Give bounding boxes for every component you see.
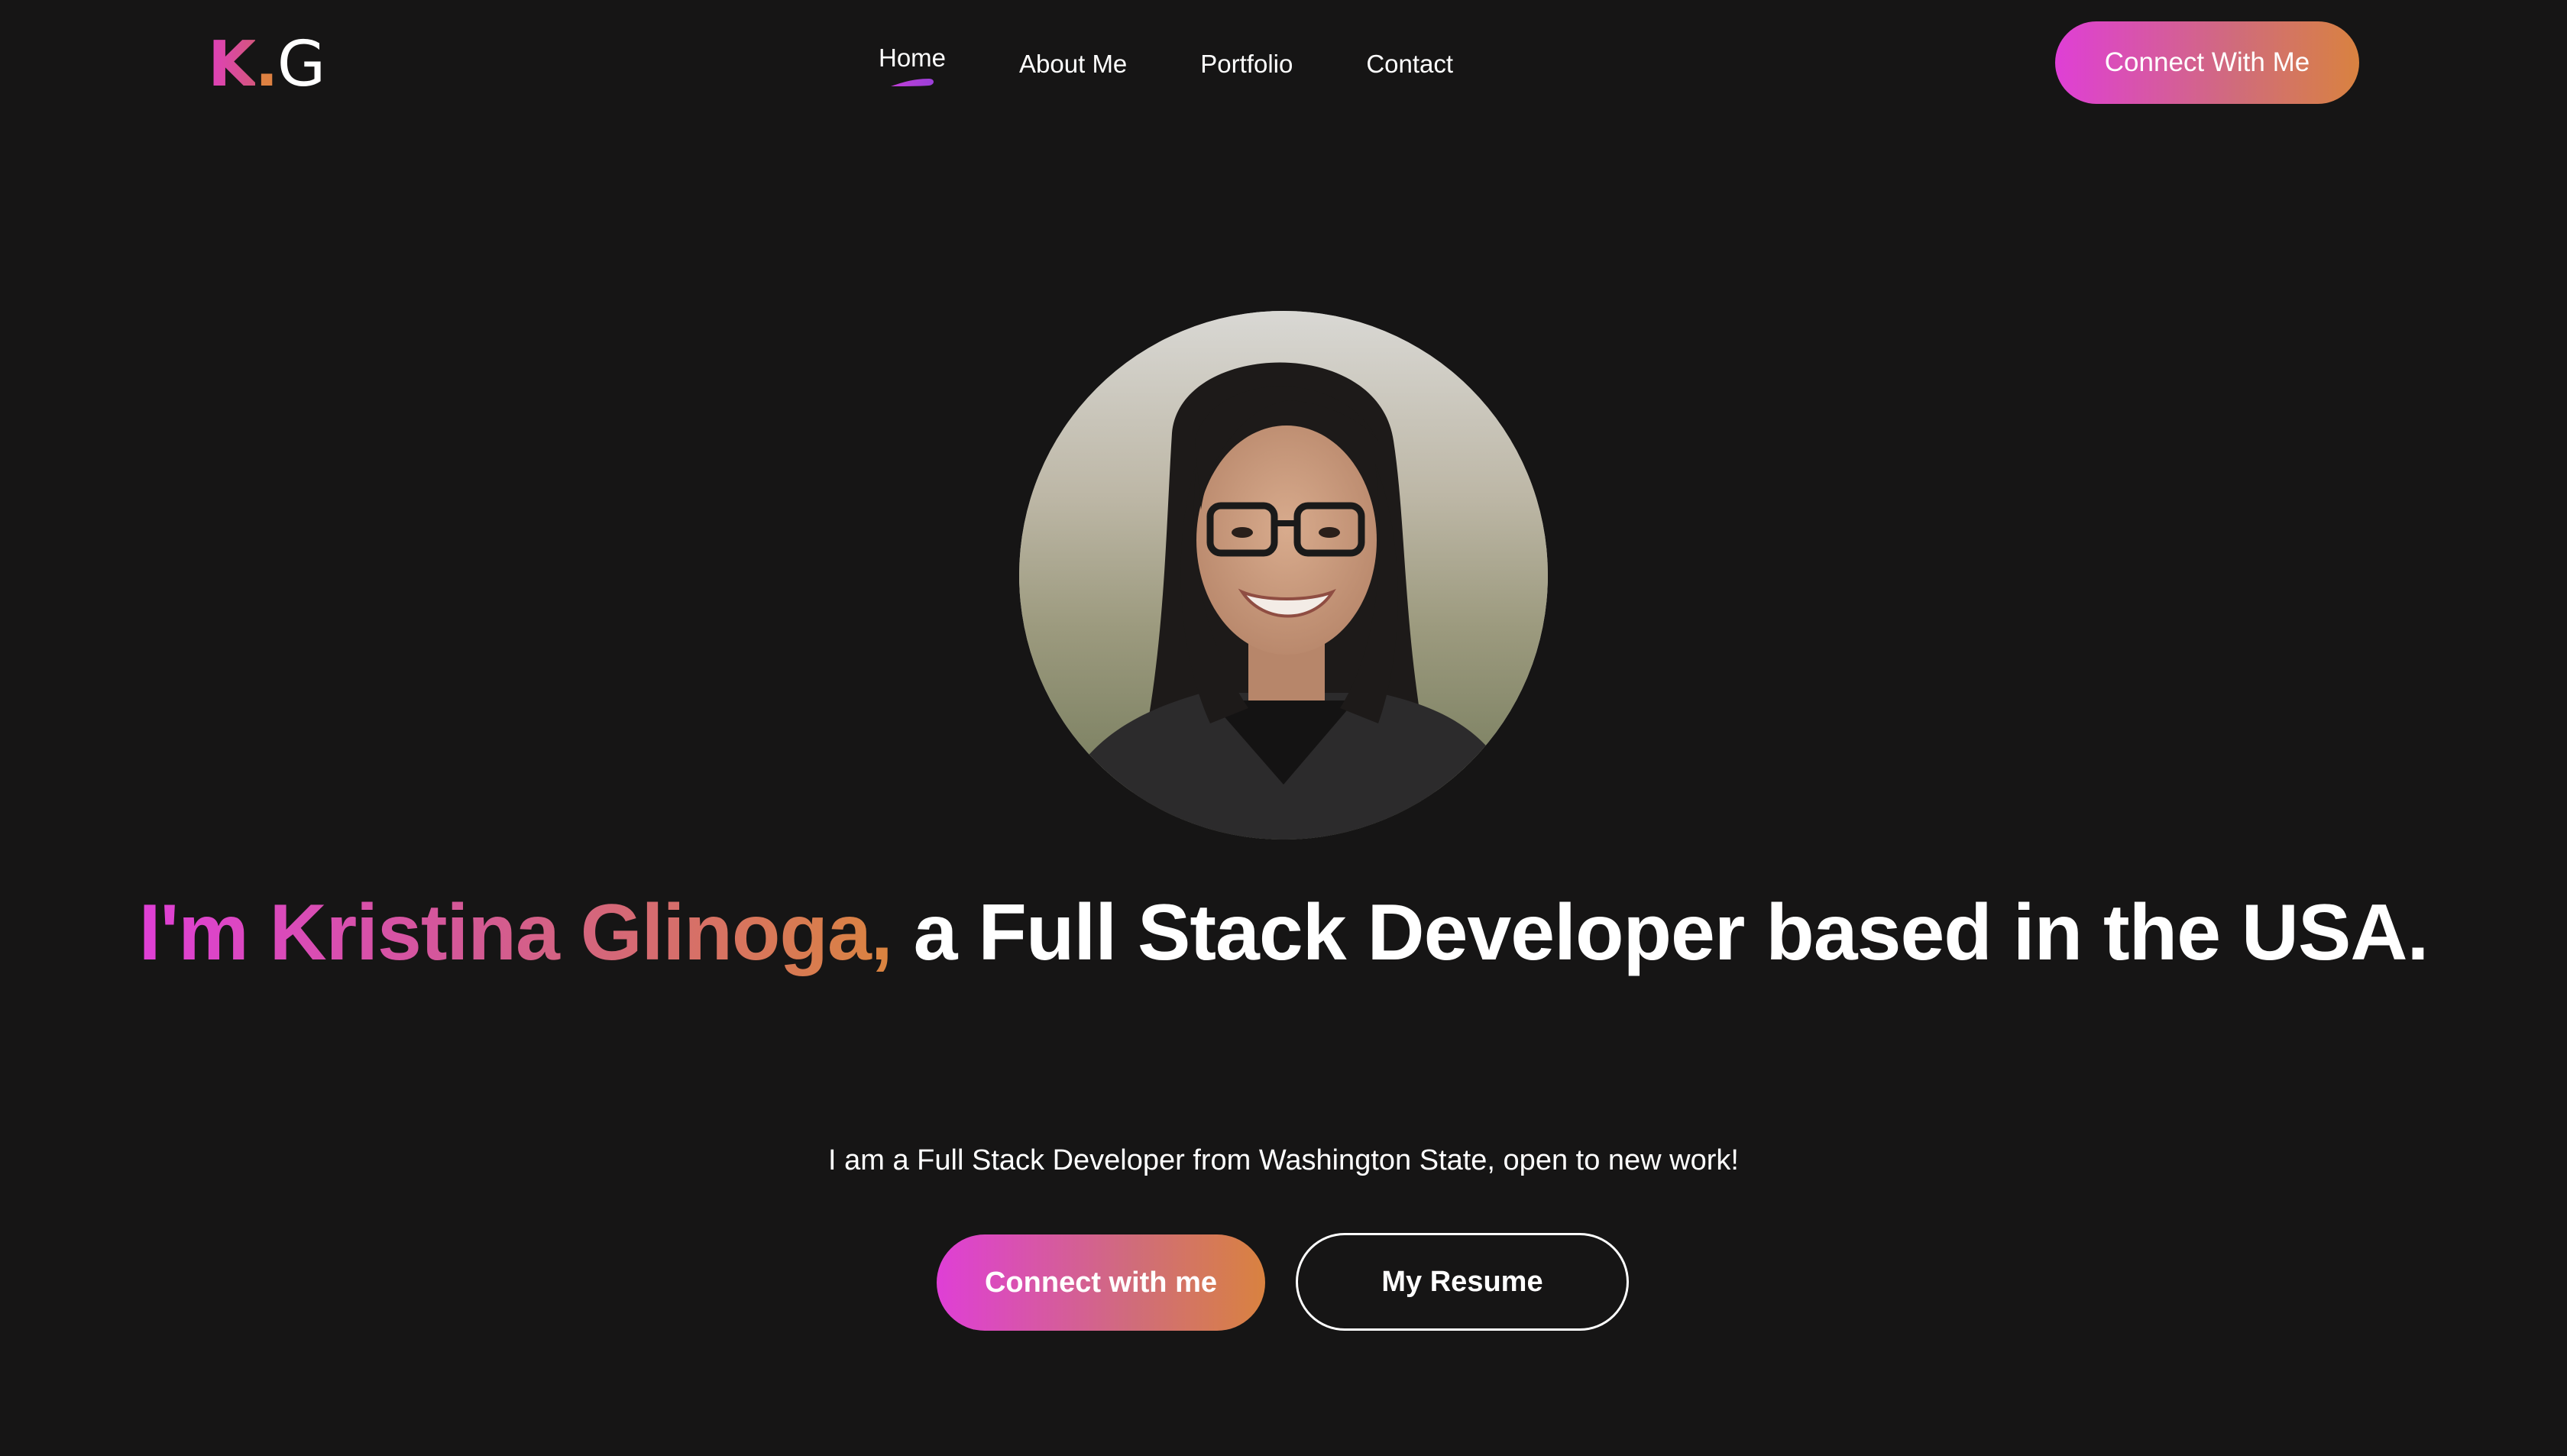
logo-initial-g: G — [277, 28, 326, 101]
nav-item-about-me[interactable]: About Me — [1019, 50, 1127, 79]
hero-headline-name: I'm Kristina Glinoga, — [138, 888, 893, 977]
nav-item-about-me-label: About Me — [1019, 50, 1128, 78]
logo-dot: . — [254, 28, 279, 101]
main-nav: Home About Me Portfolio Contact — [879, 37, 1453, 92]
site-logo[interactable]: K . G — [208, 28, 326, 101]
hero-headline: I'm Kristina Glinoga, a Full Stack Devel… — [0, 878, 2567, 987]
hero-headline-role: a Full Stack Developer based in the USA. — [892, 888, 2429, 977]
active-underline-icon — [891, 79, 934, 86]
profile-photo-illustration — [1019, 311, 1548, 840]
connect-with-me-header-button[interactable]: Connect With Me — [2055, 21, 2359, 104]
hero-subtext: I am a Full Stack Developer from Washing… — [828, 1144, 1739, 1176]
logo-initial-k: K — [208, 28, 257, 101]
nav-item-portfolio[interactable]: Portfolio — [1200, 50, 1293, 79]
profile-avatar — [1019, 311, 1548, 840]
nav-item-home[interactable]: Home — [879, 44, 947, 86]
my-resume-button[interactable]: My Resume — [1296, 1233, 1629, 1331]
nav-item-contact[interactable]: Contact — [1366, 50, 1453, 79]
portfolio-page: K . G Home About Me Portfolio Contact Co… — [0, 0, 2567, 1456]
nav-item-portfolio-label: Portfolio — [1200, 50, 1293, 78]
nav-item-contact-label: Contact — [1366, 50, 1454, 78]
connect-with-me-button[interactable]: Connect with me — [937, 1234, 1265, 1331]
nav-item-home-label: Home — [879, 44, 947, 72]
